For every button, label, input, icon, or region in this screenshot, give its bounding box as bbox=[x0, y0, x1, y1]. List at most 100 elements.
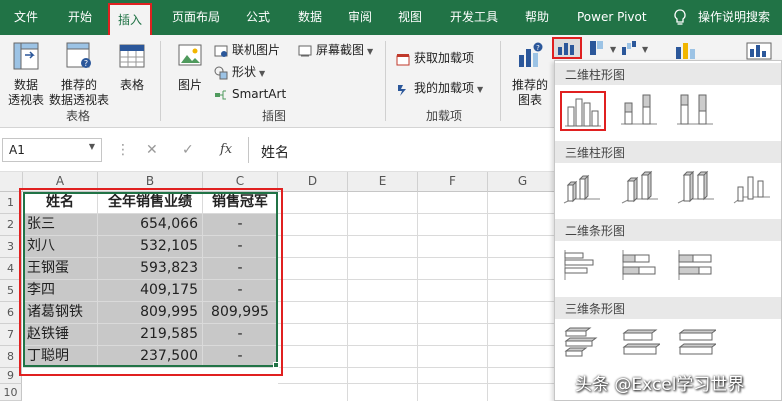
row-header[interactable]: 8 bbox=[0, 346, 22, 368]
table-cell[interactable]: 532,105 bbox=[98, 236, 203, 258]
row-header[interactable]: 7 bbox=[0, 324, 22, 346]
row-header[interactable]: 1 bbox=[0, 192, 22, 214]
table-cell[interactable]: - bbox=[203, 236, 278, 258]
100-stacked-column-option[interactable] bbox=[674, 91, 720, 131]
row-header[interactable]: 2 bbox=[0, 214, 22, 236]
column-header-d[interactable]: D bbox=[278, 172, 348, 192]
table-cell[interactable]: 刘八 bbox=[23, 236, 98, 258]
table-cell[interactable]: 219,585 bbox=[98, 324, 203, 346]
name-box[interactable]: A1 ▼ bbox=[2, 138, 102, 162]
3d-100-stacked-column-option[interactable] bbox=[674, 169, 720, 209]
recommended-pivot-button[interactable]: ? 推荐的 数据透视表 bbox=[46, 41, 112, 108]
table-cell[interactable]: 809,995 bbox=[203, 302, 278, 324]
tab-review[interactable]: 审阅 bbox=[348, 0, 372, 35]
waterfall-chart-icon[interactable]: ▼ bbox=[620, 39, 650, 57]
tab-page-layout[interactable]: 页面布局 bbox=[172, 0, 220, 35]
pivot-table-button[interactable]: 数据 透视表 bbox=[4, 41, 48, 108]
column-header-b[interactable]: B bbox=[98, 172, 203, 192]
column-header-c[interactable]: C bbox=[203, 172, 278, 192]
table-cell[interactable]: 赵铁锤 bbox=[23, 324, 98, 346]
table-icon bbox=[119, 44, 145, 68]
table-cell[interactable]: 409,175 bbox=[98, 280, 203, 302]
table-cell[interactable]: 李四 bbox=[23, 280, 98, 302]
column-header-e[interactable]: E bbox=[348, 172, 418, 192]
stacked-bar-option[interactable] bbox=[618, 247, 664, 287]
online-pictures-icon bbox=[214, 45, 228, 57]
chevron-down-icon[interactable]: ▼ bbox=[89, 142, 95, 151]
insert-function-icon[interactable]: fx bbox=[220, 142, 232, 157]
table-cell[interactable]: 654,066 bbox=[98, 214, 203, 236]
100-stacked-bar-option[interactable] bbox=[674, 247, 720, 287]
recommended-charts-button[interactable]: ? 推荐的 图表 bbox=[508, 41, 552, 108]
pictures-button[interactable]: 图片 bbox=[172, 41, 208, 93]
table-header-sales[interactable]: 全年销售业绩 bbox=[98, 192, 203, 214]
row-header[interactable]: 9 bbox=[0, 368, 22, 384]
table-header-champion[interactable]: 销售冠军 bbox=[203, 192, 278, 214]
table-cell[interactable]: 809,995 bbox=[98, 302, 203, 324]
table-cell[interactable]: - bbox=[203, 324, 278, 346]
clustered-column-option[interactable] bbox=[560, 91, 606, 131]
row-header[interactable]: 5 bbox=[0, 280, 22, 302]
section-3d-column: 三维柱形图 bbox=[555, 141, 781, 163]
my-addins-button[interactable]: 我的加载项 ▼ bbox=[396, 79, 483, 96]
3d-stacked-column-icon bbox=[621, 170, 658, 204]
shapes-button[interactable]: 形状 ▼ bbox=[214, 63, 265, 80]
cancel-icon[interactable]: ✕ bbox=[146, 142, 158, 158]
table-cell[interactable]: - bbox=[203, 280, 278, 302]
table-cell[interactable]: - bbox=[203, 346, 278, 368]
empty-grid[interactable] bbox=[278, 192, 554, 401]
recommended-pivot-icon: ? bbox=[66, 42, 91, 68]
table-cell[interactable]: 王钢蛋 bbox=[23, 258, 98, 280]
stacked-column-option[interactable] bbox=[618, 91, 664, 131]
column-header-a[interactable]: A bbox=[23, 172, 98, 192]
tab-data[interactable]: 数据 bbox=[298, 0, 322, 35]
table-button[interactable]: 表格 bbox=[114, 41, 150, 93]
tab-file[interactable]: 文件 bbox=[14, 0, 38, 35]
table-cell[interactable]: 张三 bbox=[23, 214, 98, 236]
tab-power-pivot[interactable]: Power Pivot bbox=[577, 0, 647, 35]
row-header[interactable]: 3 bbox=[0, 236, 22, 258]
column-chart-button[interactable] bbox=[552, 37, 582, 59]
table-cell[interactable]: 237,500 bbox=[98, 346, 203, 368]
3d-100-stacked-bar-option[interactable] bbox=[674, 323, 720, 363]
clustered-bar-option[interactable] bbox=[560, 247, 606, 287]
online-pictures-button[interactable]: 联机图片 bbox=[214, 41, 280, 58]
3d-clustered-bar-option[interactable] bbox=[560, 323, 606, 363]
tab-home[interactable]: 开始 bbox=[68, 0, 92, 35]
fill-handle[interactable] bbox=[273, 362, 279, 368]
get-addins-button[interactable]: 获取加载项 bbox=[396, 49, 474, 66]
tab-developer[interactable]: 开发工具 bbox=[450, 0, 498, 35]
recommended-charts-label-2: 图表 bbox=[517, 93, 542, 107]
tab-formulas[interactable]: 公式 bbox=[246, 0, 270, 35]
enter-icon[interactable]: ✓ bbox=[182, 142, 194, 158]
tab-view[interactable]: 视图 bbox=[398, 0, 422, 35]
column-header-f[interactable]: F bbox=[418, 172, 488, 192]
hierarchy-chart-icon[interactable]: ▼ bbox=[588, 39, 618, 57]
tab-insert[interactable]: 插入 bbox=[108, 3, 153, 35]
map-chart-icon[interactable] bbox=[744, 39, 774, 61]
row-header[interactable]: 10 bbox=[0, 384, 22, 401]
pivot-chart-icon[interactable] bbox=[672, 39, 700, 61]
3d-stacked-column-option[interactable] bbox=[618, 169, 664, 209]
table-cell[interactable]: 593,823 bbox=[98, 258, 203, 280]
select-all-corner[interactable] bbox=[0, 172, 23, 192]
table-cell[interactable]: - bbox=[203, 258, 278, 280]
tell-me-search[interactable]: 操作说明搜索 bbox=[698, 0, 770, 35]
section-2d-column: 二维柱形图 bbox=[555, 63, 781, 85]
column-header-g[interactable]: G bbox=[488, 172, 558, 192]
table-header-name[interactable]: 姓名 bbox=[23, 192, 98, 214]
row-header[interactable]: 6 bbox=[0, 302, 22, 324]
smartart-button[interactable]: SmartArt bbox=[214, 87, 286, 102]
table-cell[interactable]: - bbox=[203, 214, 278, 236]
table-cell[interactable]: 丁聪明 bbox=[23, 346, 98, 368]
row-header[interactable]: 4 bbox=[0, 258, 22, 280]
formula-input[interactable]: 姓名 bbox=[248, 137, 548, 163]
3d-stacked-bar-option[interactable] bbox=[618, 323, 664, 363]
table-cell[interactable]: 诸葛钢铁 bbox=[23, 302, 98, 324]
section-2d-bar: 二维条形图 bbox=[555, 219, 781, 241]
tab-help[interactable]: 帮助 bbox=[525, 0, 549, 35]
screenshot-button[interactable]: 屏幕截图 ▼ bbox=[298, 41, 373, 58]
column-chart-gallery: 二维柱形图 三维柱形图 二维条形图 三维条形图 bbox=[554, 60, 782, 401]
3d-column-option[interactable] bbox=[730, 169, 776, 209]
3d-clustered-column-option[interactable] bbox=[560, 169, 606, 209]
